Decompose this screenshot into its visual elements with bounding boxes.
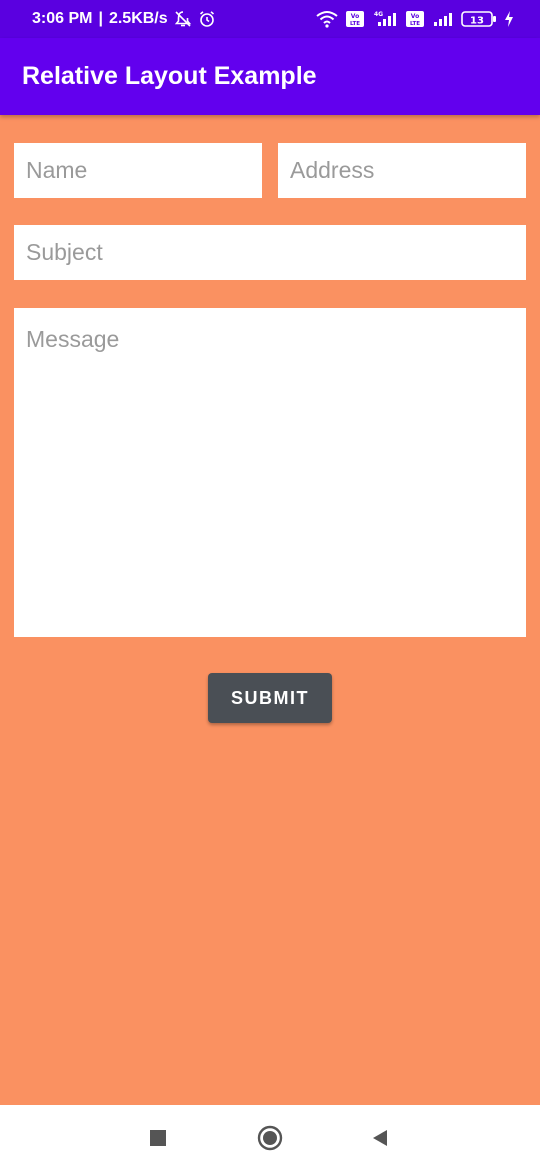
status-bar: 3:06 PM | 2.5KB/s Vo LTE 4G Vo LTE 13 [0, 0, 540, 38]
alarm-off-icon [174, 11, 191, 27]
app-title: Relative Layout Example [22, 62, 317, 90]
recents-square-icon [150, 1129, 166, 1146]
network-speed: 2.5KB/s [108, 10, 168, 27]
volte-icon: Vo LTE [406, 11, 424, 27]
signal-4g-icon: 4G [374, 11, 396, 26]
status-left: 3:06 PM | 2.5KB/s [32, 0, 216, 38]
subject-input[interactable] [14, 225, 526, 280]
charging-icon [505, 11, 513, 27]
svg-text:Vo: Vo [351, 13, 359, 20]
alarm-icon [199, 11, 214, 27]
app-bar: Relative Layout Example [0, 38, 540, 115]
volte-icon: Vo LTE [346, 11, 364, 27]
recents-button[interactable] [138, 1105, 178, 1170]
navigation-bar [0, 1105, 540, 1170]
battery-level: 13 [470, 16, 484, 27]
back-button[interactable] [360, 1105, 400, 1170]
network-type-label: 4G [374, 11, 383, 18]
battery-icon: 13 [461, 11, 496, 27]
svg-text:LTE: LTE [350, 21, 360, 27]
svg-text:Vo: Vo [411, 13, 419, 20]
submit-button[interactable]: SUBMIT [208, 673, 332, 723]
message-textarea[interactable] [14, 308, 526, 637]
status-separator: | [98, 10, 103, 27]
status-time: 3:06 PM [32, 10, 93, 27]
home-button[interactable] [250, 1105, 290, 1170]
signal-icon [434, 13, 452, 26]
svg-text:LTE: LTE [410, 21, 420, 27]
address-input[interactable] [278, 143, 526, 198]
wifi-icon [316, 11, 338, 28]
home-circle-icon [257, 1125, 283, 1150]
status-right: Vo LTE 4G Vo LTE 13 [316, 0, 514, 38]
back-triangle-icon [373, 1129, 387, 1146]
name-input[interactable] [14, 143, 262, 198]
